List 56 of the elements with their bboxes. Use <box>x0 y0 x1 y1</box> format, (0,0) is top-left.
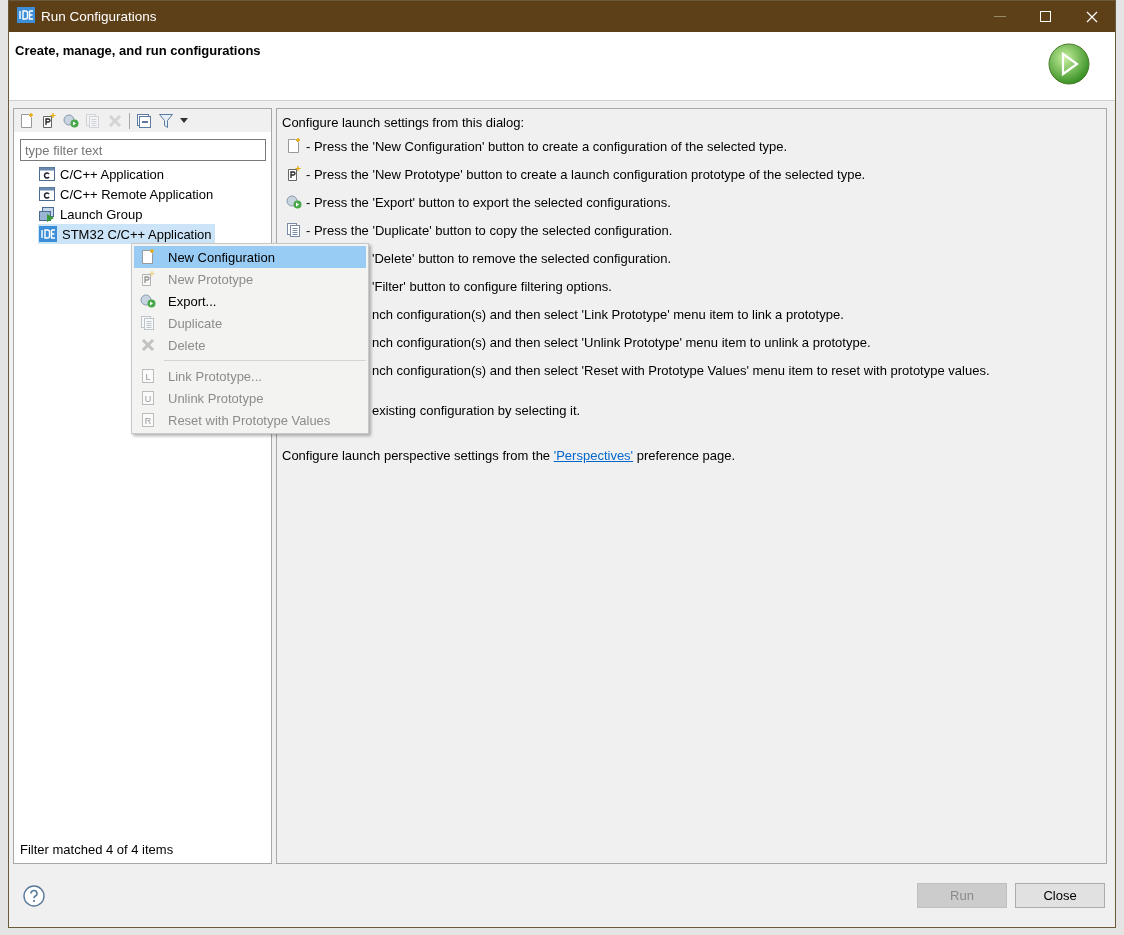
letter-box-icon: U <box>140 390 156 406</box>
prototype-file-icon <box>140 271 156 287</box>
window-title: Run Configurations <box>41 9 158 24</box>
menu-item[interactable]: Export... <box>134 290 366 312</box>
help-text: - Press the 'Duplicate' button to copy the selected configuration. <box>306 222 673 238</box>
new-file-icon <box>286 138 302 154</box>
dialog-heading: Create, manage, and run configurations <box>15 43 261 60</box>
new-file-icon <box>19 112 35 129</box>
help-text: - Press the 'New Configuration' button to create a configuration of the selected type. <box>306 138 788 154</box>
perspectives-link[interactable]: 'Perspectives' <box>553 448 634 463</box>
tree-item[interactable]: C/C++ Application <box>38 164 168 184</box>
letter-box-icon: L <box>140 368 156 384</box>
maximize-icon[interactable] <box>1040 10 1052 23</box>
run-play-icon <box>1047 42 1091 86</box>
c-app-icon <box>39 166 55 182</box>
duplicate-icon <box>85 112 101 129</box>
export-globe-icon <box>140 293 156 309</box>
help-text: nch configuration(s) and then select 'Unlink Prototype' menu item to unlink a prototype. <box>372 334 871 350</box>
c-app-icon <box>39 186 55 202</box>
help-text: 'Filter' button to configure filtering options. <box>372 278 612 294</box>
export-globe-icon <box>286 194 302 210</box>
filter-field[interactable]: type filter text <box>20 139 266 161</box>
collapse-all-icon <box>136 112 152 129</box>
letter-box-icon: R <box>140 412 156 428</box>
launch-group-icon <box>39 206 55 222</box>
toolbar-button[interactable] <box>41 112 57 129</box>
help-text: 'Delete' button to remove the selected configuration. <box>372 250 672 266</box>
delete-icon <box>107 112 123 129</box>
help-icon[interactable] <box>23 884 45 907</box>
export-globe-icon <box>63 112 79 129</box>
help-text: existing configuration by selecting it. <box>372 403 581 418</box>
filter-icon <box>158 112 174 129</box>
prototype-file-icon <box>286 166 302 182</box>
help-text: nch configuration(s) and then select 'Link Prototype' menu item to link a prototype. <box>372 306 844 322</box>
new-file-icon <box>140 249 156 265</box>
dropdown-caret-icon <box>180 118 188 123</box>
ide-logo-icon <box>39 226 57 242</box>
duplicate-icon <box>286 222 302 238</box>
delete-icon <box>140 337 156 353</box>
perspectives-note: Configure launch perspective settings from the 'Perspectives' preference page. <box>282 448 736 463</box>
help-text: - Press the 'Export' button to export the selected configurations. <box>306 194 671 210</box>
close-icon[interactable] <box>1086 10 1098 23</box>
help-text: nch configuration(s) and then select 'Reset with Prototype Values' menu item to reset with prototype values. <box>372 362 990 378</box>
help-text: - Press the 'New Prototype' button to create a launch configuration prototype of the selected type. <box>306 166 866 182</box>
toolbar-button[interactable] <box>180 118 188 123</box>
help-intro: Configure launch settings from this dialog: <box>282 115 526 132</box>
tree-item[interactable]: Launch Group <box>38 204 146 224</box>
dialog-button[interactable]: Close <box>1015 883 1105 908</box>
prototype-file-icon <box>41 112 57 129</box>
menu-item[interactable]: New Configuration <box>134 246 366 268</box>
ide-logo-icon <box>17 7 35 23</box>
tree-item[interactable]: C/C++ Remote Application <box>38 184 217 204</box>
minimize-icon[interactable] <box>994 15 1006 18</box>
tree-item[interactable]: STM32 C/C++ Application <box>38 224 215 244</box>
filter-status: Filter matched 4 of 4 items <box>19 842 175 859</box>
duplicate-icon <box>140 315 156 331</box>
